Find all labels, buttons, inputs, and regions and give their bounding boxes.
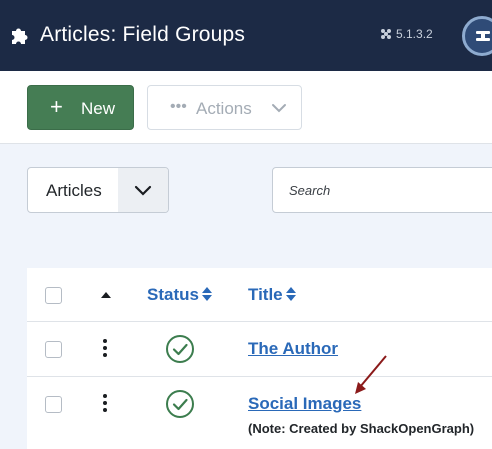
header-bar: Articles: Field Groups 5.1.3.2 [0, 0, 492, 71]
puzzle-icon [12, 28, 28, 44]
search-input[interactable] [289, 180, 489, 200]
joomla-icon [381, 29, 391, 39]
row-note: (Note: Created by ShackOpenGraph) [248, 421, 475, 436]
title-column-header[interactable]: Title [248, 285, 296, 305]
table-row: The Author [27, 322, 492, 377]
row-checkbox[interactable] [45, 341, 62, 358]
more-dots-icon: ••• [170, 98, 187, 115]
toolbar: + New ••• Actions [0, 71, 492, 144]
published-check-icon[interactable] [165, 334, 195, 364]
new-button[interactable]: + New [27, 85, 134, 130]
search-field[interactable] [272, 167, 492, 213]
actions-button-label: Actions [196, 99, 252, 118]
plus-icon: + [50, 94, 63, 119]
sort-icon [285, 287, 296, 301]
table-row: Social Images (Note: Created by ShackOpe… [27, 377, 492, 449]
chevron-down-icon [134, 185, 152, 196]
drag-handle-icon[interactable] [103, 339, 107, 357]
annotation-arrow-icon [355, 355, 387, 394]
context-select-value: Articles [46, 181, 102, 200]
user-menu-icon [476, 31, 490, 41]
title-header-label: Title [248, 285, 283, 304]
user-menu-button[interactable] [462, 16, 492, 56]
row-title-link[interactable]: The Author [248, 339, 338, 359]
status-column-header[interactable]: Status [147, 285, 212, 305]
table-header-row: Status Title [27, 268, 492, 322]
drag-handle-icon[interactable] [103, 394, 107, 412]
actions-dropdown-button[interactable]: ••• Actions [147, 85, 302, 130]
context-select[interactable]: Articles [27, 167, 169, 213]
select-arrow[interactable] [118, 168, 168, 212]
field-groups-table: Status Title The Author Social Images (N… [27, 268, 492, 449]
page-title: Articles: Field Groups [40, 23, 246, 46]
published-check-icon[interactable] [165, 389, 195, 419]
row-title-link[interactable]: Social Images [248, 394, 361, 414]
version-label: 5.1.3.2 [396, 27, 433, 41]
status-header-label: Status [147, 285, 199, 304]
sort-icon [201, 287, 212, 301]
row-checkbox[interactable] [45, 396, 62, 413]
chevron-down-icon [272, 104, 286, 113]
new-button-label: New [81, 99, 116, 118]
ordering-sort-icon[interactable] [101, 292, 111, 298]
select-all-checkbox[interactable] [45, 287, 62, 304]
